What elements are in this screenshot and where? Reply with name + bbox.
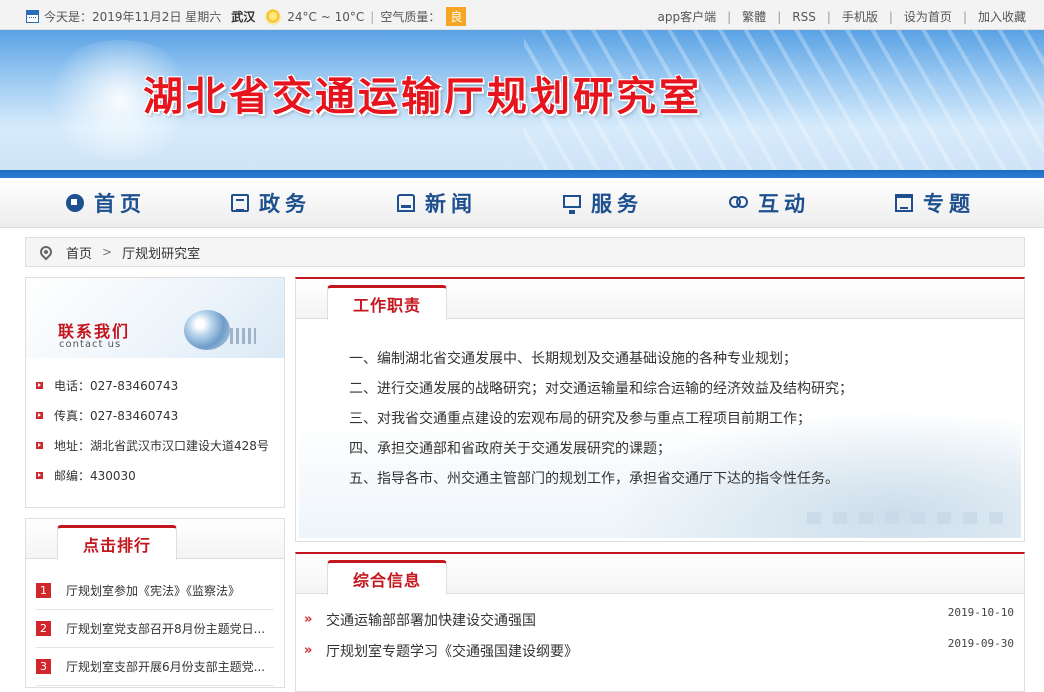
rank-number: 1 <box>36 583 51 598</box>
tab-click-ranking[interactable]: 点击排行 <box>57 525 177 560</box>
chevron-right-icon: > <box>102 245 113 259</box>
set-homepage-link[interactable]: 设为首页 <box>904 10 952 24</box>
list-item[interactable]: 2 厅规划室党支部召开8月份主题党日... <box>36 610 274 648</box>
list-item[interactable]: 1 厅规划室参加《宪法》《监察法》 <box>36 572 274 610</box>
nav-item-service[interactable]: 服务 <box>563 190 643 216</box>
contact-address: 地址：湖北省武汉市汉口建设大道428号 <box>36 430 269 460</box>
calendar-icon <box>26 10 39 23</box>
contact-phone: 电话：027-83460743 <box>36 370 269 400</box>
panel-header: 综合信息 <box>296 554 1024 595</box>
ranking-list: 1 厅规划室参加《宪法》《监察法》 2 厅规划室党支部召开8月份主题党日... … <box>36 572 274 686</box>
contact-fax: 传真：027-83460743 <box>36 400 269 430</box>
bullet-icon <box>36 471 43 479</box>
contact-panel: 联系我们 contact us 电话：027-83460743 传真：027-8… <box>25 277 285 508</box>
air-quality-label: 空气质量： <box>380 10 441 24</box>
date-text: 今天是：2019年11月2日 星期六 <box>44 10 222 24</box>
duties-list: 一、编制湖北省交通发展中、长期规划及交通基础设施的各种专业规划； 二、进行交通发… <box>349 344 853 494</box>
click-ranking-panel: 点击排行 1 厅规划室参加《宪法》《监察法》 2 厅规划室党支部召开8月份主题党… <box>25 518 285 688</box>
general-info-panel: 综合信息 » 交通运输部部署加快建设交通强国 2019-10-10 » 厅规划室… <box>295 552 1025 692</box>
bullet-icon <box>36 411 43 419</box>
rank-number: 3 <box>36 659 51 674</box>
nav-label: 政务 <box>259 192 311 216</box>
list-item-date: 2019-09-30 <box>947 637 1014 650</box>
air-quality-badge: 良 <box>446 7 467 26</box>
home-icon <box>66 194 84 212</box>
monitor-icon <box>563 194 581 214</box>
panel-header: 点击排行 <box>26 519 284 560</box>
tab-duties[interactable]: 工作职责 <box>327 285 447 320</box>
list-item[interactable]: 3 厅规划室支部开展6月份支部主题党... <box>36 648 274 686</box>
list-item-title[interactable]: 厅规划室党支部召开8月份主题党日... <box>66 620 265 637</box>
top-bar-info: 今天是：2019年11月2日 星期六 武汉 24°C ~ 10°C | 空气质量… <box>26 7 467 26</box>
mobile-version-link[interactable]: 手机版 <box>842 10 878 24</box>
divider: | <box>370 9 375 24</box>
nav-item-news[interactable]: 新闻 <box>397 190 477 216</box>
duties-body: 一、编制湖北省交通发展中、长期规划及交通基础设施的各种专业规划； 二、进行交通发… <box>299 322 1021 538</box>
double-chevron-icon: » <box>304 612 313 627</box>
nav-label: 互动 <box>758 192 810 216</box>
top-bar: 今天是：2019年11月2日 星期六 武汉 24°C ~ 10°C | 空气质量… <box>0 0 1044 30</box>
breadcrumb-current[interactable]: 厅规划研究室 <box>122 243 200 262</box>
tab-general-info[interactable]: 综合信息 <box>327 560 447 595</box>
duty-item: 二、进行交通发展的战略研究；对交通运输量和综合运输的经济效益及结构研究； <box>349 381 853 397</box>
sunny-weather-icon <box>265 8 282 25</box>
temperature: 24°C ~ 10°C <box>287 9 365 24</box>
nav-item-home[interactable]: 首页 <box>66 190 146 216</box>
location-pin-icon <box>37 243 55 261</box>
nav-label: 专题 <box>923 192 975 216</box>
duty-item: 一、编制湖北省交通发展中、长期规划及交通基础设施的各种专业规划； <box>349 351 797 367</box>
news-icon <box>397 194 415 212</box>
contact-header: 联系我们 contact us <box>26 278 284 358</box>
list-item-title[interactable]: 厅规划室参加《宪法》《监察法》 <box>66 582 240 599</box>
city-name: 武汉 <box>231 10 256 24</box>
add-favorite-link[interactable]: 加入收藏 <box>978 10 1026 24</box>
list-item-title[interactable]: 厅规划室支部开展6月份支部主题党... <box>66 658 265 675</box>
double-chevron-icon: » <box>304 643 313 658</box>
info-list: » 交通运输部部署加快建设交通强国 2019-10-10 » 厅规划室专题学习《… <box>304 604 1014 666</box>
breadcrumb-home[interactable]: 首页 <box>66 243 92 262</box>
banner-divider <box>0 170 1044 178</box>
breadcrumb: 首页 > 厅规划研究室 <box>25 237 1025 267</box>
duty-item: 五、指导各市、州交通主管部门的规划工作，承担省交通厅下达的指令性任务。 <box>349 471 839 487</box>
top-links: app客户端 | 繁體 | RSS | 手机版 | 设为首页 | 加入收藏 <box>657 10 1026 24</box>
duties-panel: 工作职责 一、编制湖北省交通发展中、长期规划及交通基础设施的各种专业规划； 二、… <box>295 277 1025 542</box>
list-item[interactable]: » 交通运输部部署加快建设交通强国 2019-10-10 <box>304 604 1014 635</box>
rss-link[interactable]: RSS <box>792 10 816 24</box>
main-nav: 首页 政务 新闻 服务 互动 专题 <box>0 178 1044 228</box>
nav-item-topics[interactable]: 专题 <box>895 190 975 216</box>
nav-label: 新闻 <box>425 192 477 216</box>
nav-label: 首页 <box>94 192 146 216</box>
nav-item-interaction[interactable]: 互动 <box>728 190 810 216</box>
panel-header: 工作职责 <box>296 279 1024 320</box>
list-item-title[interactable]: 厅规划室专题学习《交通强国建设纲要》 <box>326 641 578 661</box>
keyboard-decoration <box>807 512 1007 524</box>
list-item-title[interactable]: 交通运输部部署加快建设交通强国 <box>326 610 536 630</box>
site-title[interactable]: 湖北省交通运输厅规划研究室 <box>143 64 702 122</box>
duty-item: 三、对我省交通重点建设的宏观布局的研究及参与重点工程项目前期工作； <box>349 411 811 427</box>
bullet-icon <box>36 441 43 449</box>
contact-subtitle: contact us <box>59 339 122 350</box>
list-item-date: 2019-10-10 <box>947 606 1014 619</box>
rank-number: 2 <box>36 621 51 636</box>
nav-item-government[interactable]: 政务 <box>231 190 311 216</box>
bullet-icon <box>36 381 43 389</box>
people-icon <box>728 194 748 212</box>
book-icon <box>231 194 249 212</box>
topic-icon <box>895 194 913 212</box>
contact-list: 电话：027-83460743 传真：027-83460743 地址：湖北省武汉… <box>36 370 269 490</box>
app-client-link[interactable]: app客户端 <box>658 10 717 24</box>
globe-icon <box>184 310 256 350</box>
nav-label: 服务 <box>591 192 643 216</box>
site-banner: 湖北省交通运输厅规划研究室 <box>0 30 1044 170</box>
list-item[interactable]: » 厅规划室专题学习《交通强国建设纲要》 2019-09-30 <box>304 635 1014 666</box>
duty-item: 四、承担交通部和省政府关于交通发展研究的课题； <box>349 441 671 457</box>
traditional-chinese-link[interactable]: 繁體 <box>742 10 766 24</box>
contact-postcode: 邮编：430030 <box>36 460 269 490</box>
